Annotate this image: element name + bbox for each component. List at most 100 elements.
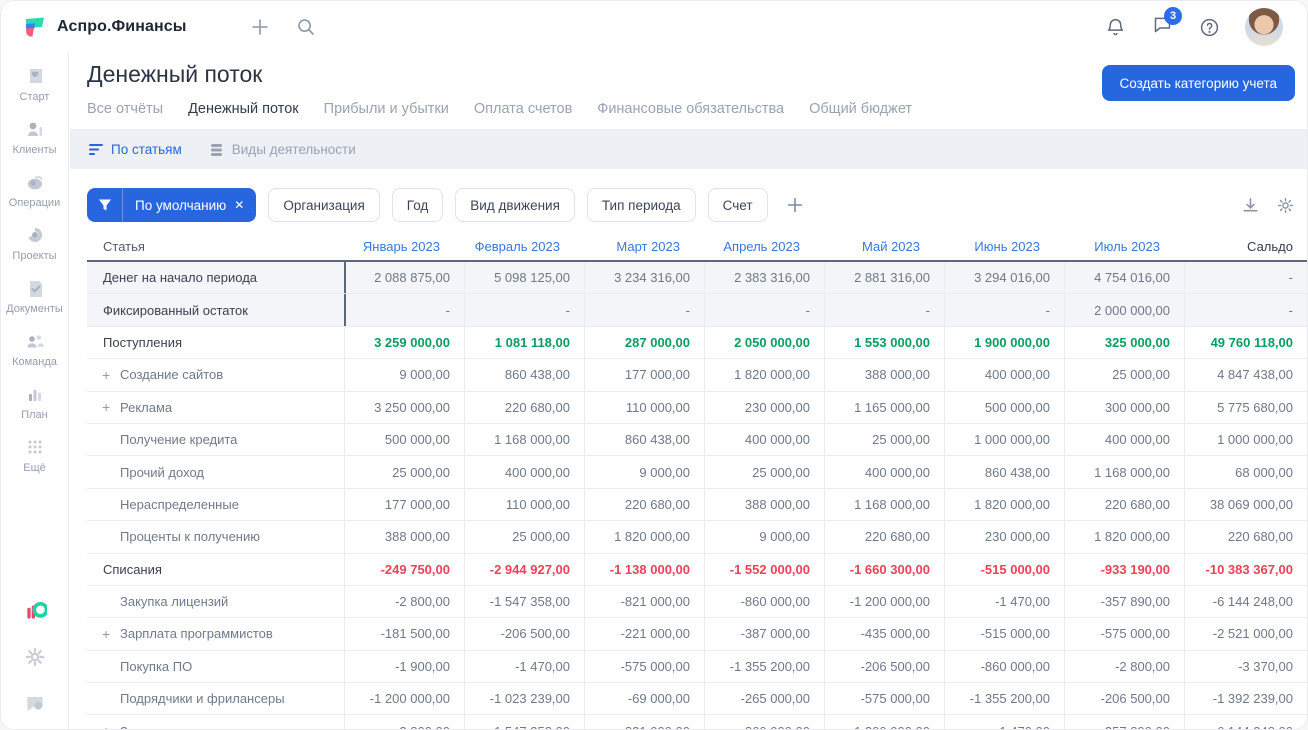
aspro-logo[interactable] — [23, 599, 48, 623]
sidebar-item-7[interactable]: План — [3, 383, 67, 421]
gear-icon[interactable] — [23, 645, 47, 669]
column-header-month[interactable]: Январь 2023 — [344, 232, 464, 260]
row-label: Поступления — [87, 327, 344, 358]
column-header-month[interactable]: Июнь 2023 — [944, 232, 1064, 260]
column-header-month[interactable]: Март 2023 — [584, 232, 704, 260]
row-label-text: Зарплата программистов — [120, 724, 273, 729]
row-label-text: Подрядчики и фрилансеры — [120, 691, 285, 707]
search-icon[interactable] — [295, 16, 317, 38]
value-cell: 2 383 316,00 — [704, 262, 824, 294]
bell-icon[interactable] — [1104, 16, 1126, 38]
sidebar-item-label: Клиенты — [12, 144, 57, 156]
help-icon[interactable] — [1198, 16, 1220, 38]
value-cell: -1 470,00 — [464, 650, 584, 683]
row-label[interactable]: + Реклама — [87, 392, 344, 423]
brand-logo[interactable]: Аспро.Финансы — [22, 14, 186, 40]
close-icon[interactable]: ✕ — [234, 198, 256, 212]
value-cell: -1 138 000,00 — [584, 553, 704, 585]
value-cell: 177 000,00 — [584, 359, 704, 391]
tab-3[interactable]: Прибыли и убытки — [324, 101, 449, 132]
value-cell: -2 800,00 — [1064, 650, 1184, 683]
messages-icon[interactable]: 3 — [1151, 6, 1182, 41]
create-category-button[interactable]: Создать категорию учета — [1101, 65, 1295, 101]
sidebar-item-label: Старт — [19, 91, 50, 103]
row-label[interactable]: + Зарплата программистов — [87, 715, 344, 729]
sidebar-item-2[interactable]: Клиенты — [3, 118, 67, 156]
value-cell: -1 200 000,00 — [344, 683, 464, 715]
table-row: + Реклама 3 250 000,00 220 680,00 110 000,00… — [87, 391, 1307, 424]
value-cell: - — [1184, 294, 1307, 326]
value-cell: -515 000,00 — [944, 618, 1064, 650]
value-cell: 1 900 000,00 — [944, 326, 1064, 359]
filter-chip-3[interactable]: Вид движения — [455, 188, 575, 222]
sidebar-item-label: Операции — [8, 197, 61, 209]
tab-4[interactable]: Оплата счетов — [474, 101, 572, 132]
row-label: Проценты к получению — [87, 521, 344, 552]
row-label-text: Получение кредита — [120, 432, 238, 448]
row-label[interactable]: + Зарплата программистов — [87, 618, 344, 649]
row-label: Списания — [87, 554, 344, 585]
value-cell: -575 000,00 — [824, 683, 944, 715]
add-icon[interactable] — [249, 16, 271, 38]
value-cell: -357 890,00 — [1064, 715, 1184, 729]
projects-icon — [24, 224, 46, 246]
value-cell: -575 000,00 — [584, 650, 704, 683]
expand-row-icon[interactable]: + — [102, 400, 110, 414]
expand-row-icon[interactable]: + — [102, 627, 110, 641]
value-cell: - — [704, 294, 824, 326]
stack-icon — [208, 141, 224, 157]
value-cell: 3 259 000,00 — [344, 326, 464, 359]
tab-5[interactable]: Финансовые обязательства — [597, 101, 784, 132]
value-cell: -10 383 367,00 — [1184, 553, 1307, 585]
column-header-month[interactable]: Май 2023 — [824, 232, 944, 260]
value-cell: -221 000,00 — [584, 618, 704, 650]
value-cell: 860 438,00 — [464, 359, 584, 391]
value-cell: -1 470,00 — [944, 585, 1064, 618]
filter-chip-5[interactable]: Счет — [707, 188, 768, 222]
row-label[interactable]: + Создание сайтов — [87, 359, 344, 390]
column-header-month[interactable]: Июль 2023 — [1064, 232, 1184, 260]
filter-chip-2[interactable]: Год — [391, 188, 444, 222]
view-tab-1[interactable]: По статьям — [87, 141, 182, 157]
column-header-saldo: Сальдо — [1247, 238, 1293, 254]
add-filter-icon[interactable] — [782, 192, 808, 218]
sidebar-item-5[interactable]: Документы — [3, 277, 67, 315]
tab-1[interactable]: Все отчёты — [87, 101, 163, 132]
value-cell: -1 470,00 — [944, 715, 1064, 729]
main-content: Денежный поток Создать категорию учета В… — [70, 53, 1307, 729]
value-cell: 860 438,00 — [944, 456, 1064, 488]
value-cell: 2 881 316,00 — [824, 262, 944, 294]
column-header-month[interactable]: Апрель 2023 — [704, 232, 824, 260]
value-cell: 2 088 875,00 — [344, 262, 464, 294]
value-cell: 25 000,00 — [824, 423, 944, 456]
chat-bubble-icon[interactable] — [23, 691, 47, 715]
value-cell: 400 000,00 — [1064, 423, 1184, 456]
value-cell: -860 000,00 — [704, 715, 824, 729]
sidebar-footer — [23, 599, 48, 729]
value-cell: 388 000,00 — [704, 488, 824, 521]
download-icon[interactable] — [1241, 196, 1260, 215]
sidebar-item-3[interactable]: Операции — [3, 171, 67, 209]
settings-gear-icon[interactable] — [1276, 196, 1295, 215]
expand-row-icon[interactable]: + — [102, 368, 110, 382]
table-row: Фиксированный остаток - - - - - -2 000 000,00- — [87, 294, 1307, 327]
view-tab-2[interactable]: Виды деятельности — [208, 141, 356, 157]
value-cell: -515 000,00 — [944, 553, 1064, 585]
table-row: Проценты к получению 388 000,00 25 000,00 1… — [87, 521, 1307, 554]
value-cell: -2 944 927,00 — [464, 553, 584, 585]
report-tabs: Все отчёты Денежный поток Прибыли и убытки… — [87, 101, 912, 132]
expand-row-icon[interactable]: + — [102, 724, 110, 729]
filter-chip-4[interactable]: Тип периода — [586, 188, 696, 222]
tab-2[interactable]: Денежный поток — [188, 101, 299, 132]
sidebar-item-1[interactable]: Старт — [3, 65, 67, 103]
more-grid-icon — [28, 440, 41, 454]
sidebar-item-6[interactable]: Команда — [3, 330, 67, 368]
sidebar-item-4[interactable]: Проекты — [3, 224, 67, 262]
tab-6[interactable]: Общий бюджет — [809, 101, 912, 132]
active-filter-chip[interactable]: По умолчанию ✕ — [87, 188, 257, 222]
filter-chip-1[interactable]: Организация — [268, 188, 380, 222]
value-cell: 4 754 016,00 — [1064, 262, 1184, 294]
avatar[interactable] — [1245, 8, 1283, 46]
sidebar-item-8[interactable]: Ещё — [3, 436, 67, 474]
column-header-month[interactable]: Февраль 2023 — [464, 232, 584, 260]
